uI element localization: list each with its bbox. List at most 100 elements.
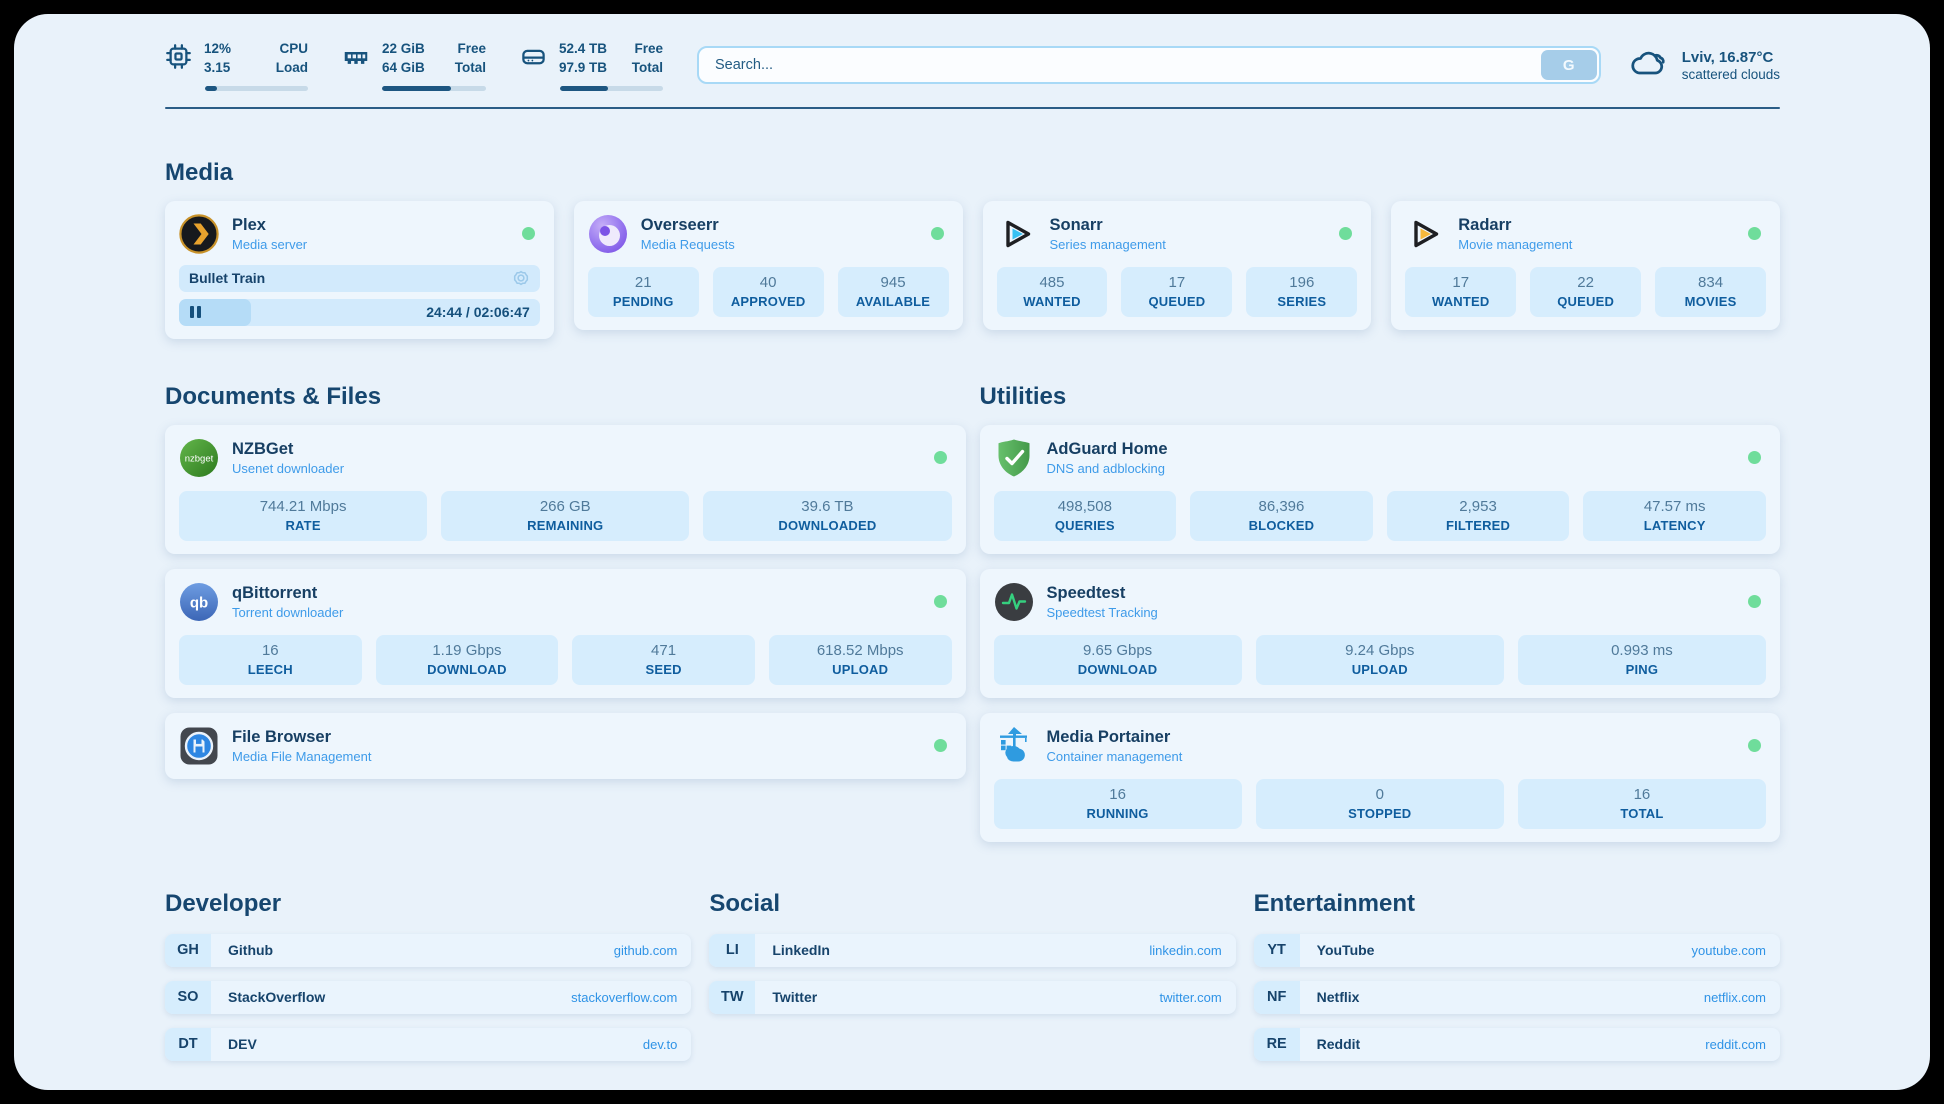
app-description: Movie management: [1458, 237, 1572, 252]
link-name: Github: [211, 942, 273, 958]
section-title-developer: Developer: [165, 890, 691, 918]
link-tag: NF: [1254, 981, 1300, 1014]
ram-label-bottom: Total: [448, 59, 486, 78]
stat-box: 21 PENDING: [588, 267, 699, 317]
app-name: Speedtest: [1047, 584, 1158, 603]
radarr-icon: [1405, 214, 1445, 254]
link-tag: DT: [165, 1028, 211, 1061]
status-dot: [1748, 451, 1761, 464]
link-url[interactable]: netflix.com: [1704, 990, 1780, 1005]
overseerr-icon: [588, 214, 628, 254]
stat-box: 471 SEED: [572, 635, 755, 685]
stat-box: 1.19 Gbps DOWNLOAD: [376, 635, 559, 685]
cpu-label-top: CPU: [270, 40, 308, 59]
ram-total: 64 GiB: [382, 59, 436, 78]
link-row-stackoverflow[interactable]: SO StackOverflow stackoverflow.com: [165, 981, 691, 1014]
search-input[interactable]: [699, 48, 1539, 82]
cpu-load-avg: 3.15: [204, 59, 258, 78]
search-bar: G: [697, 46, 1601, 84]
app-card-overseerr[interactable]: Overseerr Media Requests 21 PENDING 40 A…: [574, 201, 963, 330]
stat-box: 16 LEECH: [179, 635, 362, 685]
link-row-github[interactable]: GH Github github.com: [165, 934, 691, 967]
app-description: Media Requests: [641, 237, 735, 252]
link-url[interactable]: twitter.com: [1160, 990, 1236, 1005]
app-card-speedtest[interactable]: Speedtest Speedtest Tracking 9.65 Gbps D…: [980, 569, 1781, 698]
link-row-netflix[interactable]: NF Netflix netflix.com: [1254, 981, 1780, 1014]
section-title-media: Media: [165, 159, 1780, 187]
ram-progress-track: [382, 86, 486, 91]
app-card-adguard[interactable]: AdGuard Home DNS and adblocking 498,508 …: [980, 425, 1781, 554]
stat-box: 22 QUEUED: [1530, 267, 1641, 317]
weather-location-temp: Lviv, 16.87°C: [1682, 49, 1780, 66]
section-title-entertainment: Entertainment: [1254, 890, 1780, 918]
section-title-utilities: Utilities: [980, 383, 1781, 411]
link-name: Netflix: [1300, 989, 1360, 1005]
link-row-dev[interactable]: DT DEV dev.to: [165, 1028, 691, 1061]
status-dot: [934, 595, 947, 608]
app-name: NZBGet: [232, 440, 344, 459]
link-tag: TW: [709, 981, 755, 1014]
stat-box: 40 APPROVED: [713, 267, 824, 317]
speedtest-icon: [994, 582, 1034, 622]
ram-progress-fill: [382, 86, 451, 91]
cpu-icon: [165, 43, 192, 70]
app-name: Radarr: [1458, 216, 1572, 235]
app-card-sonarr[interactable]: Sonarr Series management 485 WANTED 17 Q…: [983, 201, 1372, 330]
app-card-filebrowser[interactable]: File Browser Media File Management: [165, 713, 966, 779]
dashboard: 12% 3.15 CPU Load: [14, 14, 1930, 1090]
search-provider-button[interactable]: G: [1541, 50, 1597, 80]
link-url[interactable]: youtube.com: [1692, 943, 1780, 958]
link-url[interactable]: dev.to: [643, 1037, 691, 1052]
utilities-column: Utilities: [980, 383, 1781, 842]
link-tag: RE: [1254, 1028, 1300, 1061]
app-name: qBittorrent: [232, 584, 343, 603]
link-row-linkedin[interactable]: LI LinkedIn linkedin.com: [709, 934, 1235, 967]
adguard-icon: [994, 438, 1034, 478]
link-row-youtube[interactable]: YT YouTube youtube.com: [1254, 934, 1780, 967]
link-url[interactable]: stackoverflow.com: [571, 990, 691, 1005]
ram-label-top: Free: [448, 40, 486, 59]
system-stats: 12% 3.15 CPU Load: [165, 40, 663, 91]
stat-box: 618.52 Mbps UPLOAD: [769, 635, 952, 685]
cpu-stat: 12% 3.15 CPU Load: [165, 40, 308, 91]
app-name: Plex: [232, 216, 307, 235]
app-card-qbittorrent[interactable]: qb qBittorrent Torrent downloader 16 LEE…: [165, 569, 966, 698]
link-url[interactable]: github.com: [614, 943, 692, 958]
stat-box: 17 QUEUED: [1121, 267, 1232, 317]
disk-progress-track: [560, 86, 663, 91]
playback-time: 24:44 / 02:06:47: [426, 304, 540, 320]
link-tag: SO: [165, 981, 211, 1014]
link-tag: LI: [709, 934, 755, 967]
status-dot: [1748, 595, 1761, 608]
disk-icon: [520, 43, 547, 70]
header-divider: [165, 107, 1780, 109]
link-row-twitter[interactable]: TW Twitter twitter.com: [709, 981, 1235, 1014]
svg-text:qb: qb: [190, 594, 208, 611]
app-description: DNS and adblocking: [1047, 461, 1168, 476]
session-settings-icon[interactable]: [512, 269, 530, 287]
weather-widget: Lviv, 16.87°C scattered clouds: [1629, 47, 1780, 83]
svg-text:nzbget: nzbget: [185, 453, 214, 464]
weather-condition: scattered clouds: [1682, 67, 1780, 82]
app-card-plex[interactable]: Plex Media server Bullet Train 24:44 / 0…: [165, 201, 554, 339]
link-url[interactable]: reddit.com: [1705, 1037, 1780, 1052]
app-description: Media File Management: [232, 749, 371, 764]
stat-box: 0 STOPPED: [1256, 779, 1504, 829]
link-url[interactable]: linkedin.com: [1149, 943, 1235, 958]
disk-progress-fill: [560, 86, 608, 91]
app-card-nzbget[interactable]: nzbget NZBGet Usenet downloader 744.21 M…: [165, 425, 966, 554]
link-tag: YT: [1254, 934, 1300, 967]
link-name: Twitter: [755, 989, 817, 1005]
link-name: LinkedIn: [755, 942, 830, 958]
now-playing-row: Bullet Train: [179, 265, 540, 292]
status-dot: [1748, 227, 1761, 240]
link-row-reddit[interactable]: RE Reddit reddit.com: [1254, 1028, 1780, 1061]
app-card-radarr[interactable]: Radarr Movie management 17 WANTED 22 QUE…: [1391, 201, 1780, 330]
status-dot: [1339, 227, 1352, 240]
status-dot: [934, 739, 947, 752]
ram-free: 22 GiB: [382, 40, 436, 59]
app-description: Usenet downloader: [232, 461, 344, 476]
now-playing-title: Bullet Train: [189, 270, 265, 286]
app-card-portainer[interactable]: Media Portainer Container management 16 …: [980, 713, 1781, 842]
stat-box: 266 GB REMAINING: [441, 491, 689, 541]
